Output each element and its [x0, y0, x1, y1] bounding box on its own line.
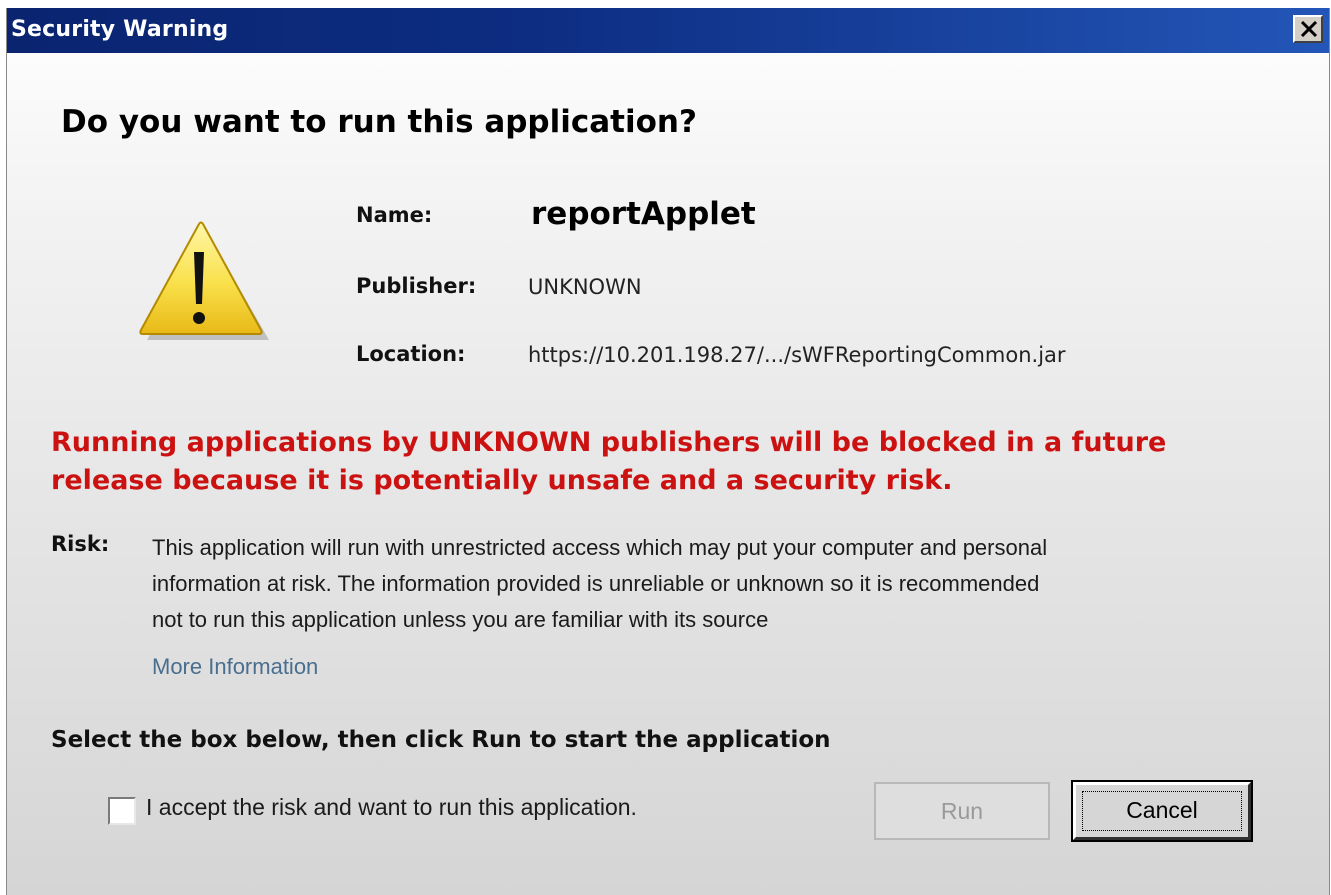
unknown-publisher-warning: Running applications by UNKNOWN publishe… [51, 424, 1291, 500]
risk-line-2: information at risk. The information pro… [152, 571, 1040, 596]
risk-line-3: not to run this application unless you a… [152, 607, 769, 632]
name-label: Name: [356, 203, 433, 227]
risk-line-1: This application will run with unrestric… [152, 535, 1048, 560]
close-button[interactable] [1293, 15, 1323, 43]
dialog-question: Do you want to run this application? [61, 104, 697, 140]
location-label: Location: [356, 342, 466, 366]
publisher-label: Publisher: [356, 274, 477, 298]
risk-description: This application will run with unrestric… [152, 530, 1302, 638]
warning-line-1: Running applications by UNKNOWN publishe… [51, 427, 1167, 458]
warning-line-2: release because it is potentially unsafe… [51, 465, 953, 496]
security-warning-dialog: Security Warning Do you want to run this… [6, 8, 1330, 895]
cancel-button[interactable]: Cancel [1071, 780, 1253, 842]
application-name: reportApplet [531, 196, 756, 232]
accept-risk-checkbox[interactable] [108, 797, 136, 825]
accept-risk-label[interactable]: I accept the risk and want to run this a… [146, 794, 637, 821]
run-button[interactable]: Run [874, 782, 1050, 840]
more-information-link[interactable]: More Information [152, 654, 318, 680]
publisher-value: UNKNOWN [528, 275, 642, 299]
window-title: Security Warning [11, 17, 229, 42]
warning-triangle-icon [139, 221, 269, 340]
select-instruction: Select the box below, then click Run to … [51, 727, 831, 753]
risk-label: Risk: [51, 532, 110, 556]
location-value: https://10.201.198.27/.../sWFReportingCo… [528, 343, 1066, 367]
close-icon [1300, 21, 1318, 37]
title-bar[interactable]: Security Warning [7, 8, 1329, 53]
cancel-button-label: Cancel [1126, 797, 1198, 823]
